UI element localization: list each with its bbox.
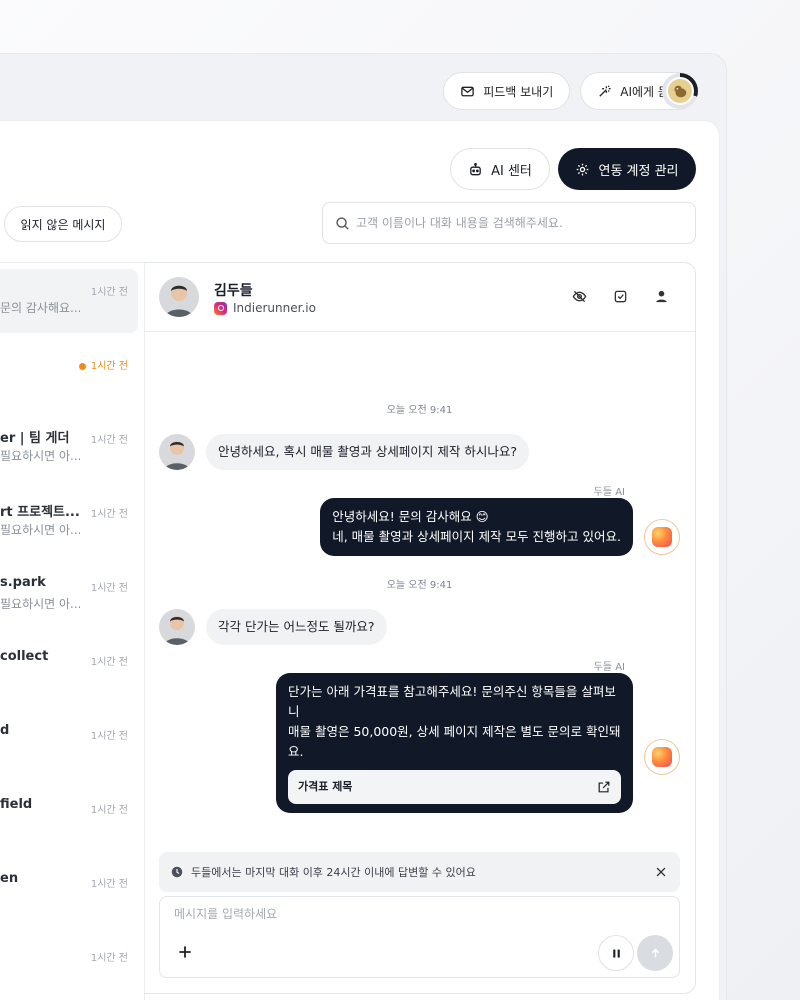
conversation-item[interactable]: rt 프로젝트... 필요하시면 아... 1시간 전	[0, 491, 138, 555]
bird-avatar-icon	[666, 77, 694, 105]
message-input[interactable]	[174, 907, 654, 921]
ai-logo-icon	[652, 527, 672, 547]
incoming-message: 각각 단가는 어느정도 될까요?	[206, 609, 387, 645]
timestamp: 오늘 오전 9:41	[386, 580, 453, 591]
conversation-item[interactable]: s.park 필요하시면 아... 1시간 전	[0, 565, 138, 629]
conversation-time: 1시간 전	[90, 805, 128, 816]
timestamp: 오늘 오전 9:41	[386, 405, 453, 416]
unread-filter-button[interactable]: 읽지 않은 메시지	[4, 206, 122, 242]
conversation-time: 1시간 전	[90, 657, 128, 668]
ai-sender-label: 두들 AI	[593, 662, 625, 673]
conversation-name: s.park	[0, 575, 46, 590]
incoming-message: 안녕하세요, 혹시 매물 촬영과 상세페이지 제작 하시나요?	[206, 434, 529, 470]
contact-name: 김두들	[214, 283, 253, 299]
user-avatar[interactable]	[662, 73, 698, 109]
magic-wand-icon	[599, 84, 611, 97]
conversation-time: 1시간 전	[90, 435, 128, 446]
notice-text: 두들에서는 마지막 대화 이후 24시간 이내에 답변할 수 있어요	[191, 866, 476, 879]
conversation-list: 문의 감사해요... 1시간 전 1시간 전 er | 팀 게더 필요하시면 아…	[0, 262, 145, 1000]
conversation-time: 1시간 전	[90, 509, 128, 520]
ai-avatar	[644, 519, 680, 555]
contact-source-label: Indierunner.io	[233, 301, 316, 315]
conversation-time: 1시간 전	[90, 583, 128, 594]
contact-avatar[interactable]	[159, 277, 199, 317]
outgoing-message: 안녕하세요! 문의 감사해요 😊 네, 매물 촬영과 상세페이지 제작 모두 진…	[320, 498, 633, 556]
conversation-item[interactable]: field 1시간 전	[0, 787, 138, 851]
message-line: 네, 매물 촬영과 상세페이지 제작 모두 진행하고 있어요.	[332, 529, 621, 544]
linked-accounts-button[interactable]: 연동 계정 관리	[558, 148, 696, 190]
top-bar: 피드백 보내기 AI에게 묻기	[443, 72, 697, 110]
send-button[interactable]	[637, 935, 673, 971]
conversation-name: d	[0, 723, 10, 738]
unread-dot-icon	[78, 362, 86, 370]
conversation-time: 1시간 전	[90, 953, 128, 964]
mail-icon	[461, 86, 474, 96]
conversation-name: er | 팀 게더	[0, 431, 70, 446]
conversation-time: 1시간 전	[90, 731, 128, 742]
external-link-icon	[598, 781, 610, 793]
chat-header: 김두들 Indierunner.io	[144, 263, 695, 332]
unread-filter-label: 읽지 않은 메시지	[20, 217, 106, 232]
ai-center-label: AI 센터	[491, 163, 532, 179]
eye-off-icon[interactable]	[572, 289, 587, 304]
ai-sender-label: 두들 AI	[593, 487, 625, 498]
pause-icon	[612, 948, 620, 958]
clock-icon	[171, 866, 183, 878]
ai-center-button[interactable]: AI 센터	[450, 148, 550, 190]
gear-icon	[577, 163, 589, 175]
outgoing-message: 단가는 아래 가격표를 참고해주세요! 문의주신 항목들을 살펴보니 매물 촬영…	[276, 673, 633, 813]
conversation-item[interactable]: 문의 감사해요... 1시간 전	[0, 269, 138, 333]
conversation-name: rt 프로젝트...	[0, 505, 80, 520]
message-line: 안녕하세요! 문의 감사해요 😊	[332, 509, 489, 524]
contact-message-avatar	[159, 609, 195, 645]
arrow-up-icon	[651, 947, 659, 958]
ai-logo-icon	[652, 747, 672, 767]
plus-icon[interactable]	[176, 943, 194, 961]
conversation-name: collect	[0, 649, 49, 664]
price-card-title: 가격표 제목	[298, 780, 353, 793]
feedback-label: 피드백 보내기	[483, 84, 554, 99]
contact-message-avatar	[159, 434, 195, 470]
chat-panel: 김두들 Indierunner.io 오늘 오전 9:41 안녕하세요, 혹시 …	[144, 262, 696, 994]
conversation-item[interactable]: d 1시간 전	[0, 713, 138, 777]
conversation-preview: 필요하시면 아...	[0, 523, 80, 537]
conversation-item[interactable]: 1시간 전	[0, 935, 138, 999]
search-input[interactable]	[356, 216, 676, 230]
user-icon[interactable]	[654, 289, 669, 304]
close-icon[interactable]	[654, 865, 668, 879]
chat-header-actions	[572, 289, 669, 304]
conversation-name: en	[0, 871, 19, 886]
conversation-name: field	[0, 797, 33, 812]
instagram-icon	[214, 301, 227, 315]
conversation-item[interactable]: er | 팀 게더 필요하시면 아... 1시간 전	[0, 417, 138, 481]
search-bar	[322, 202, 696, 244]
conversation-preview: 필요하시면 아...	[0, 449, 80, 463]
conversation-item[interactable]: collect 1시간 전	[0, 639, 138, 703]
message-line: 매물 촬영은 50,000원, 상세 페이지 제작은 별도 문의로 확인돼요.	[288, 724, 621, 759]
search-icon	[336, 216, 349, 230]
reply-window-notice: 두들에서는 마지막 대화 이후 24시간 이내에 답변할 수 있어요	[159, 852, 680, 892]
contact-source: Indierunner.io	[214, 301, 316, 315]
conversation-time: 1시간 전	[90, 287, 128, 298]
feedback-button[interactable]: 피드백 보내기	[443, 72, 571, 110]
conversation-time: 1시간 전	[78, 357, 128, 372]
price-card-link[interactable]: 가격표 제목	[288, 770, 621, 804]
checkbox-icon[interactable]	[613, 289, 628, 304]
ai-avatar	[644, 739, 680, 775]
conversation-preview: 필요하시면 아...	[0, 597, 80, 611]
conversation-time: 1시간 전	[90, 879, 128, 890]
conversation-preview: 문의 감사해요...	[0, 301, 80, 315]
conversation-item[interactable]: 1시간 전	[0, 343, 138, 407]
message-composer	[159, 896, 680, 978]
robot-icon	[470, 162, 481, 175]
conversation-item[interactable]: en 1시간 전	[0, 861, 138, 925]
linked-accounts-label: 연동 계정 관리	[598, 163, 679, 179]
message-line: 단가는 아래 가격표를 참고해주세요! 문의주신 항목들을 살펴보니	[288, 684, 616, 719]
pause-button[interactable]	[598, 935, 634, 971]
